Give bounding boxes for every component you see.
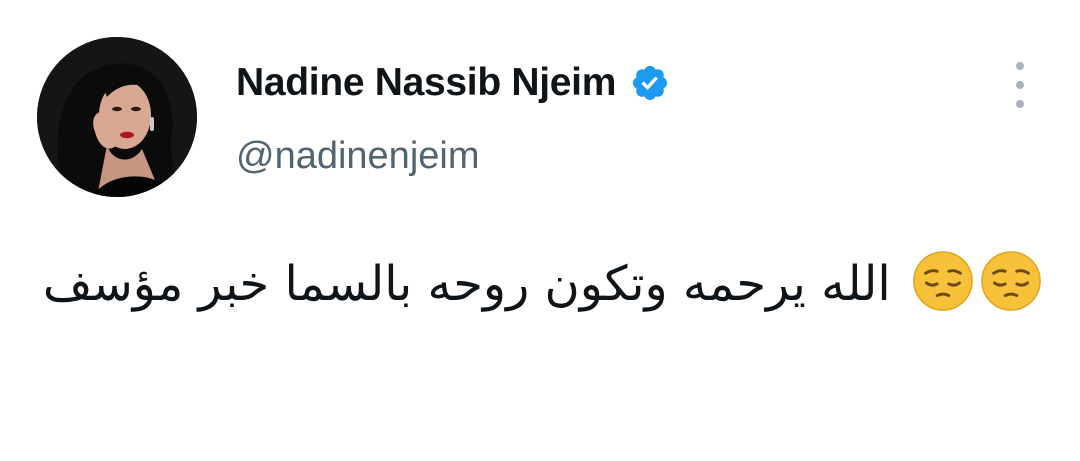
verified-badge-icon [630,63,670,103]
tweet-body-text: الله يرحمه وتكون روحه بالسما خبر مؤسف [42,256,891,312]
more-dot [1016,62,1024,70]
pensive-face-icon [980,250,1042,312]
avatar-photo-icon [37,37,197,197]
author-name-row: Nadine Nassib Njeim [236,58,670,108]
pensive-face-icon [912,250,974,312]
tweet-card: Nadine Nassib Njeim @nadinenjeim الله ير… [0,0,1080,461]
avatar[interactable] [37,37,197,197]
tweet-text: الله يرحمه وتكون روحه بالسما خبر مؤسف [32,238,1042,330]
author-handle[interactable]: @nadinenjeim [236,135,480,178]
author-display-name[interactable]: Nadine Nassib Njeim [236,61,616,105]
more-dot [1016,100,1024,108]
more-options-button[interactable] [1006,62,1034,108]
more-dot [1016,81,1024,89]
